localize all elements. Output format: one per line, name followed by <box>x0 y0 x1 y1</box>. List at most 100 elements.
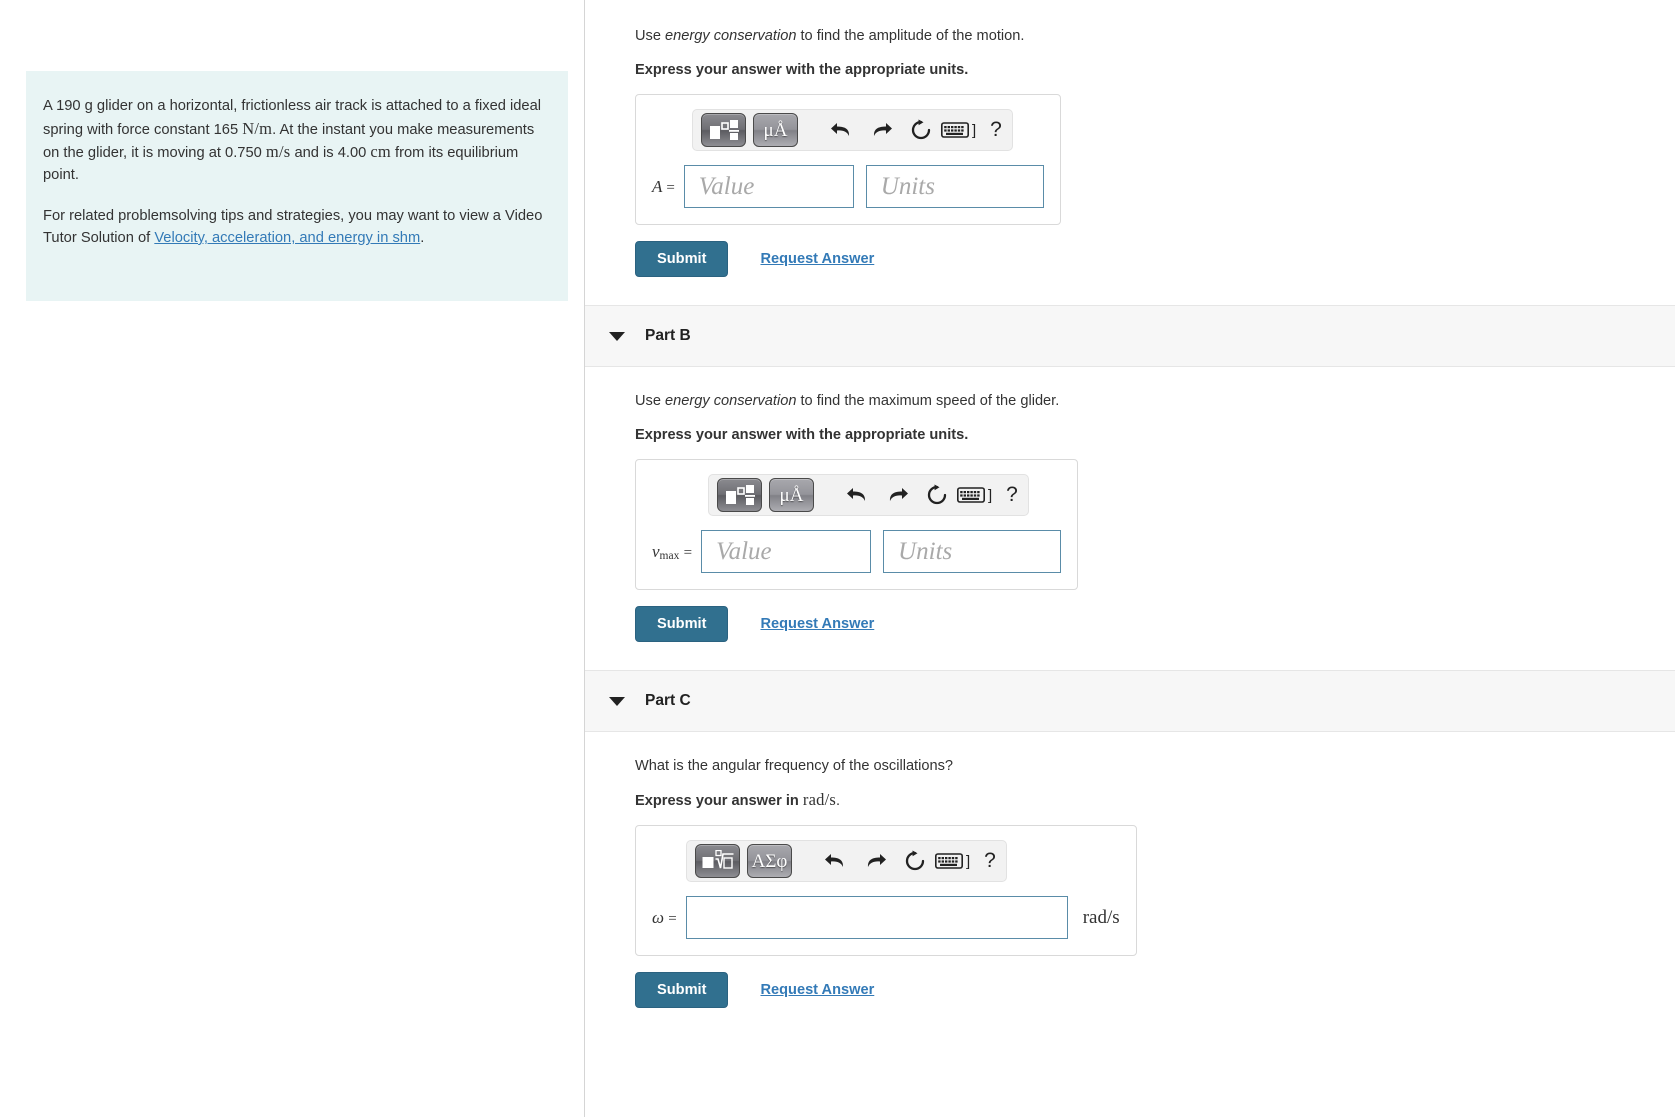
part-b-header[interactable]: Part B <box>585 305 1675 367</box>
part-c-title: Part C <box>645 692 691 709</box>
units-symbols-label: μÅ <box>763 119 788 141</box>
right-panel: Use energy conservation to find the ampl… <box>585 0 1675 1117</box>
part-b-units-input[interactable]: Units <box>883 530 1062 573</box>
part-b-prompt-emphasis: energy conservation <box>665 393 797 409</box>
unit-distance: cm <box>370 142 391 162</box>
keyboard-bracket: ] <box>988 486 993 504</box>
part-a-request-answer-link[interactable]: Request Answer <box>760 251 874 267</box>
keyboard-icon <box>935 853 963 869</box>
part-b-equals: = <box>683 544 693 561</box>
keyboard-shortcuts-button[interactable]: ] <box>941 121 976 139</box>
part-c-submit-button[interactable]: Submit <box>635 972 729 1008</box>
part-c-instruction-end: . <box>835 793 841 809</box>
problem-text-3: and is 4.00 <box>290 145 371 162</box>
part-c-instruction-text: Express your answer in <box>635 793 803 809</box>
page-root: A 190 g glider on a horizontal, friction… <box>0 0 1675 1117</box>
part-a-submit-button[interactable]: Submit <box>635 241 729 277</box>
unit-speed: m/s <box>265 142 291 162</box>
part-b-title: Part B <box>645 327 691 344</box>
part-b-variable-label: vmax = <box>652 542 692 562</box>
part-a-answer-widget: μÅ] ? A = Value Units <box>635 94 1061 225</box>
part-a-prompt-post: to find the amplitude of the motion. <box>796 28 1025 44</box>
undo-arrow-icon[interactable] <box>821 113 861 147</box>
keyboard-shortcuts-button[interactable]: ] <box>957 486 992 504</box>
part-c-action-row: Submit Request Answer <box>635 972 1675 1008</box>
part-b-instruction: Express your answer with the appropriate… <box>635 427 969 443</box>
help-button[interactable]: ? <box>1006 483 1018 507</box>
help-button[interactable]: ? <box>984 849 996 873</box>
units-symbols-button[interactable]: μÅ <box>769 478 814 512</box>
units-symbols-label: μÅ <box>779 484 804 506</box>
greek-symbols-button[interactable]: ΑΣφ <box>747 844 792 878</box>
units-symbols-button[interactable]: μÅ <box>753 113 798 147</box>
part-a-units-placeholder: Units <box>880 172 935 200</box>
reset-circle-icon[interactable] <box>895 844 935 878</box>
keyboard-icon <box>957 487 985 503</box>
part-b-submit-button[interactable]: Submit <box>635 606 729 642</box>
part-c-toolbar: ΑΣφ] ? <box>686 840 1007 882</box>
reset-circle-icon[interactable] <box>917 478 957 512</box>
undo-arrow-icon[interactable] <box>837 478 877 512</box>
part-b-variable: v <box>652 541 660 561</box>
part-b-prompt: Use energy conservation to find the maxi… <box>635 391 1675 411</box>
math-root-template-icon[interactable] <box>695 844 740 878</box>
part-c-request-answer-link[interactable]: Request Answer <box>760 982 874 998</box>
problem-paragraph-1: A 190 g glider on a horizontal, friction… <box>43 96 546 186</box>
part-c-header[interactable]: Part C <box>585 670 1675 732</box>
chevron-down-icon[interactable] <box>609 331 625 341</box>
part-c-answer-widget: ΑΣφ] ? ω = rad/s <box>635 825 1137 956</box>
part-a-input-row: A = Value Units <box>636 151 1060 224</box>
part-a-prompt-emphasis: energy conservation <box>665 28 797 44</box>
part-b-value-placeholder: Value <box>716 537 772 565</box>
part-c-instruction: Express your answer in rad/s. <box>635 790 1675 811</box>
redo-arrow-icon[interactable] <box>861 113 901 147</box>
part-c-instruction-unit: rad/s <box>802 790 836 809</box>
math-template-icon[interactable] <box>717 478 762 512</box>
part-b-toolbar: μÅ] ? <box>708 474 1029 516</box>
part-a-instruction: Express your answer with the appropriate… <box>635 62 969 78</box>
left-panel: A 190 g glider on a horizontal, friction… <box>0 0 585 1117</box>
part-a-toolbar: μÅ] ? <box>692 109 1013 151</box>
part-a-variable-label: A = <box>652 177 675 197</box>
part-c-variable: ω <box>652 907 665 927</box>
part-a-variable: A <box>652 176 663 196</box>
part-a-section: Use energy conservation to find the ampl… <box>585 0 1675 277</box>
part-c-equals: = <box>668 910 677 927</box>
part-b-section: Part B Use energy conservation to find t… <box>585 305 1675 642</box>
reset-circle-icon[interactable] <box>901 113 941 147</box>
part-c-variable-label: ω = <box>652 908 677 928</box>
part-c-answer-input[interactable] <box>685 896 1068 939</box>
part-b-action-row: Submit Request Answer <box>635 606 1675 642</box>
part-a-value-input[interactable]: Value <box>683 165 854 208</box>
chevron-down-icon[interactable] <box>609 696 625 706</box>
part-b-variable-subscript: max <box>659 549 680 562</box>
part-b-units-placeholder: Units <box>898 537 953 565</box>
part-a-action-row: Submit Request Answer <box>635 241 1675 277</box>
video-tutor-link[interactable]: Velocity, acceleration, and energy in sh… <box>154 230 420 246</box>
keyboard-bracket: ] <box>966 852 971 870</box>
part-a-prompt-pre: Use <box>635 28 666 44</box>
tutor-text-end: . <box>420 229 425 246</box>
part-c-section: Part C What is the angular frequency of … <box>585 670 1675 1008</box>
greek-symbols-label: ΑΣφ <box>751 850 788 872</box>
math-template-icon[interactable] <box>701 113 746 147</box>
part-b-answer-widget: μÅ] ? vmax = Value Units <box>635 459 1079 590</box>
math-template-glyph <box>709 120 739 140</box>
math-template-glyph <box>725 485 755 505</box>
part-a-value-placeholder: Value <box>698 172 755 200</box>
keyboard-shortcuts-button[interactable]: ] <box>935 852 970 870</box>
part-c-prompt: What is the angular frequency of the osc… <box>635 758 953 774</box>
part-c-unit-suffix: rad/s <box>1082 906 1120 928</box>
math-root-glyph <box>702 850 733 869</box>
problem-statement-box: A 190 g glider on a horizontal, friction… <box>26 71 568 301</box>
part-b-request-answer-link[interactable]: Request Answer <box>760 616 874 632</box>
help-button[interactable]: ? <box>990 118 1002 142</box>
undo-arrow-icon[interactable] <box>815 844 855 878</box>
part-a-units-input[interactable]: Units <box>865 165 1044 208</box>
redo-arrow-icon[interactable] <box>855 844 895 878</box>
part-b-value-input[interactable]: Value <box>701 530 872 573</box>
part-b-input-row: vmax = Value Units <box>636 516 1077 589</box>
redo-arrow-icon[interactable] <box>877 478 917 512</box>
part-a-prompt: Use energy conservation to find the ampl… <box>635 26 1675 46</box>
part-a-equals: = <box>666 179 675 196</box>
